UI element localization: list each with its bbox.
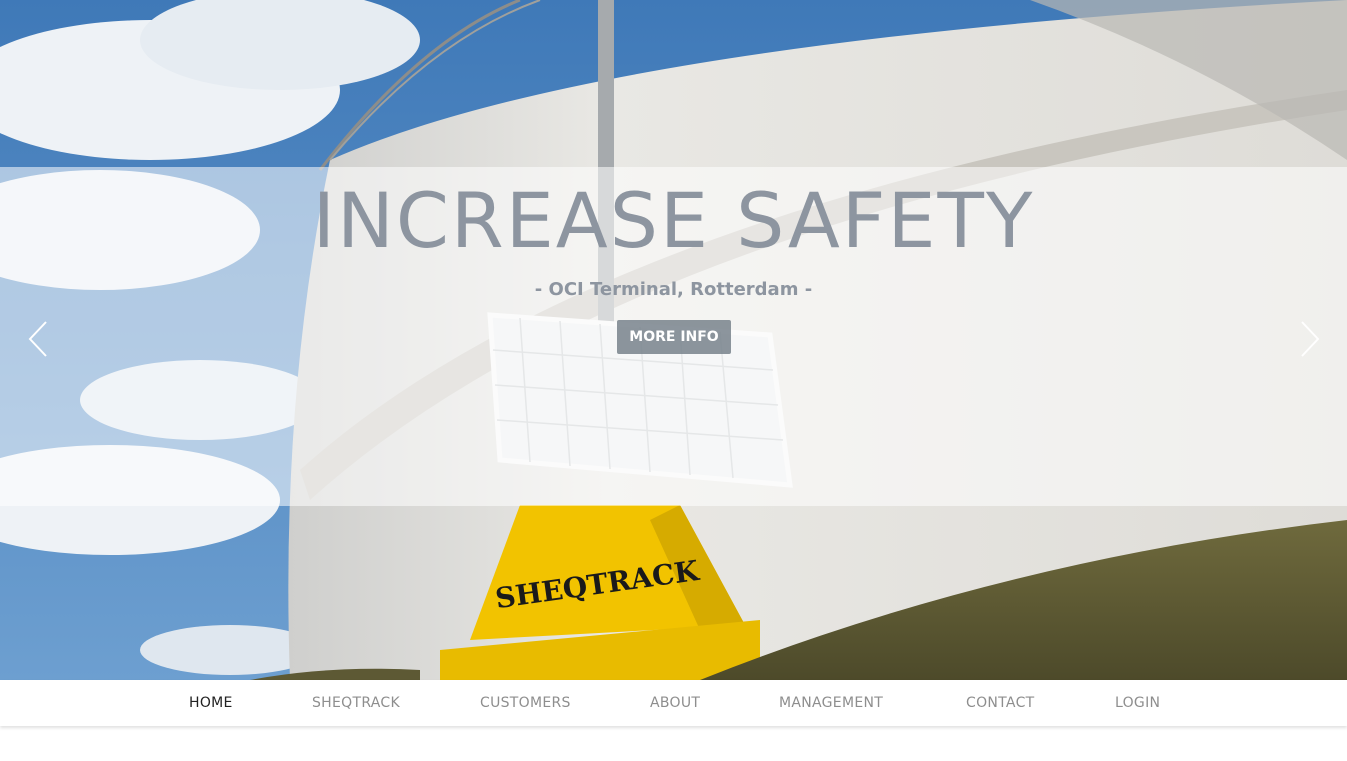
main-nav: HOME SHEQTRACK CUSTOMERS ABOUT MANAGEMEN… — [0, 680, 1347, 726]
carousel-prev-button[interactable] — [24, 318, 54, 360]
nav-item-login[interactable]: LOGIN — [1115, 680, 1160, 726]
nav-item-management[interactable]: MANAGEMENT — [779, 680, 883, 726]
nav-item-customers[interactable]: CUSTOMERS — [480, 680, 571, 726]
more-info-button[interactable]: MORE INFO — [617, 320, 731, 354]
nav-item-about[interactable]: ABOUT — [650, 680, 700, 726]
nav-item-sheqtrack[interactable]: SHEQTRACK — [312, 680, 400, 726]
nav-item-contact[interactable]: CONTACT — [966, 680, 1035, 726]
nav-item-home[interactable]: HOME — [189, 680, 233, 726]
hero-headline: INCREASE SAFETY — [312, 176, 1035, 265]
chevron-left-icon — [28, 321, 47, 357]
chevron-right-icon — [1301, 321, 1320, 357]
carousel-next-button[interactable] — [1294, 318, 1324, 360]
hero-subline: - OCI Terminal, Rotterdam - — [534, 279, 813, 300]
hero-carousel: SHEQTRACK INCREASE SAFETY - OCI Terminal… — [0, 0, 1347, 680]
